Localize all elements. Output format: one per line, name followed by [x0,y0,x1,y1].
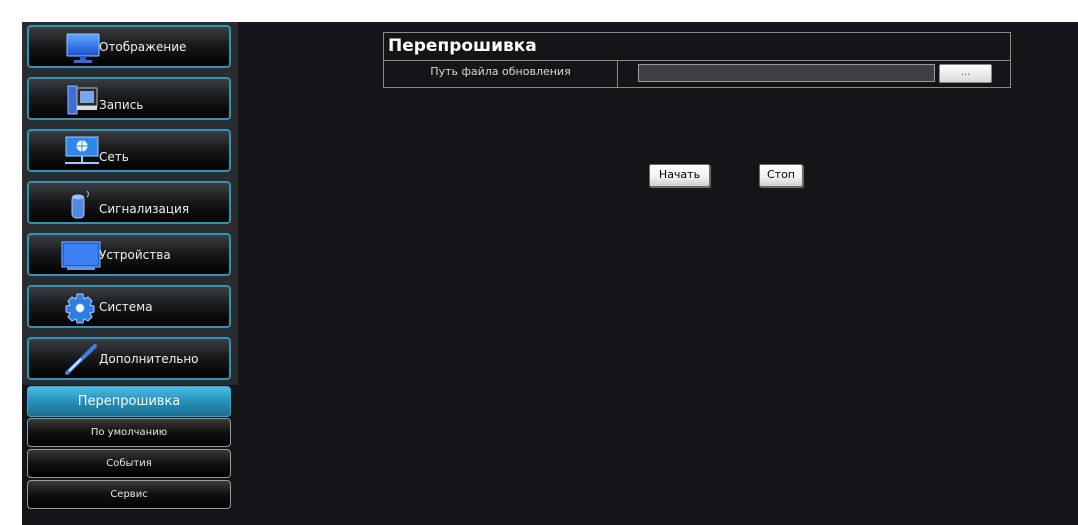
submenu-item-events[interactable]: События [27,449,231,478]
sidebar-item-label: Система [99,300,153,314]
app-window: Отображение Запись Сеть Сигнализация Уст… [22,22,1078,525]
page-title: Перепрошивка [383,32,1011,60]
film-icon [67,85,98,115]
sidebar-item-record[interactable]: Запись [27,77,231,120]
network-globe-icon [65,136,99,164]
update-path-row: Путь файла обновления ... [383,60,1011,88]
submenu-item-service[interactable]: Сервис [27,480,231,509]
devices-monitor-icon [61,241,101,270]
update-path-label: Путь файла обновления [384,61,618,87]
sidebar-item-system[interactable]: Система [27,285,231,328]
monitor-icon [66,33,100,63]
start-button[interactable]: Начать [649,164,710,187]
sidebar-item-label: Сеть [99,150,129,164]
sidebar-item-advanced[interactable]: Дополнительно [27,337,231,380]
tools-icon [65,344,97,375]
sidebar-item-label: Устройства [99,248,171,262]
gear-icon [65,293,95,324]
sidebar-item-label: Отображение [99,40,187,54]
update-path-input[interactable] [638,64,935,82]
browse-button[interactable]: ... [939,64,992,83]
submenu-item-firmware[interactable]: Перепрошивка [27,386,231,417]
sidebar-item-label: Сигнализация [99,202,190,216]
sidebar-item-label: Дополнительно [99,352,199,366]
sidebar-item-alarm[interactable]: Сигнализация [27,181,231,224]
sidebar-item-display[interactable]: Отображение [27,25,231,68]
submenu-item-defaults[interactable]: По умолчанию [27,418,231,447]
sidebar: Отображение Запись Сеть Сигнализация Уст… [22,22,238,385]
sidebar-item-label: Запись [99,98,144,112]
sidebar-item-network[interactable]: Сеть [27,129,231,172]
alarm-icon [71,190,89,219]
sidebar-item-devices[interactable]: Устройства [27,233,231,276]
stop-button[interactable]: Стоп [759,164,803,187]
